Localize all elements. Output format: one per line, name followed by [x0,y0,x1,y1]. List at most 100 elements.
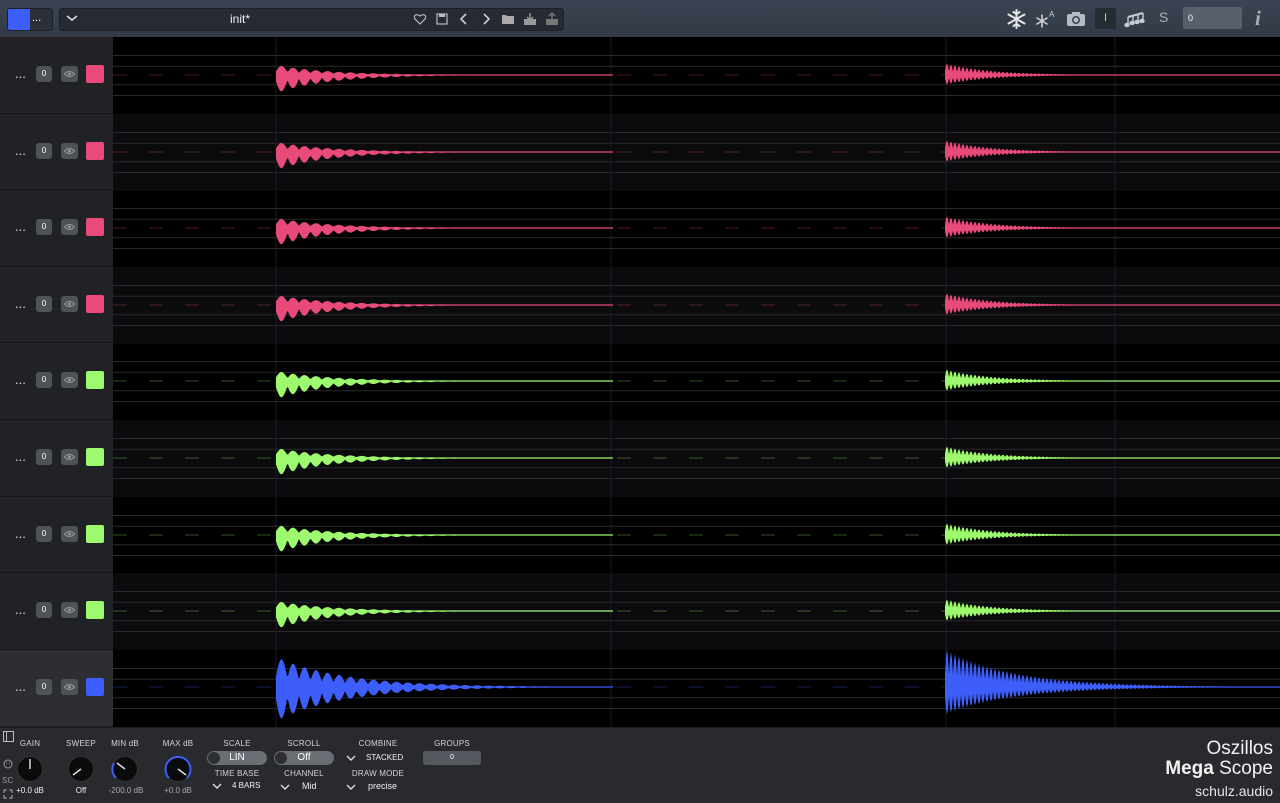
track-row[interactable]: ... 0 [0,114,113,190]
brand-line-3: schulz.audio [1195,783,1273,799]
eye-icon[interactable] [61,526,78,542]
color-menu-label: ... [32,12,42,24]
camera-icon[interactable] [1066,9,1086,29]
channel-label: CHANNEL [284,769,324,778]
sweep-knob[interactable] [67,755,95,783]
max-db-knob[interactable] [164,755,192,783]
track-more-button[interactable]: ... [15,296,26,311]
eye-icon[interactable] [61,296,78,312]
track-offset-field[interactable]: 0 [36,679,52,695]
brand-line-2: Mega Scope [1165,758,1273,780]
scope-lane [113,573,1280,650]
heart-icon[interactable] [413,12,427,26]
track-color-swatch[interactable] [86,601,104,619]
track-more-button[interactable]: ... [15,143,26,158]
scope-display[interactable] [113,37,1280,727]
track-color-swatch[interactable] [86,218,104,236]
eye-icon[interactable] [61,679,78,695]
track-offset-field[interactable]: 0 [36,526,52,542]
scale-label: SCALE [223,739,251,748]
track-color-swatch[interactable] [86,448,104,466]
scroll-toggle[interactable]: Off [274,751,334,765]
chevron-right-icon[interactable] [479,12,493,26]
auto-freeze-icon[interactable]: A [1035,9,1057,29]
track-more-button[interactable]: ... [15,526,26,541]
track-color-swatch[interactable] [86,371,104,389]
import-icon[interactable] [523,12,537,26]
track-more-button[interactable]: ... [15,219,26,234]
track-controls-panel: ... 0... 0... 0... 0... 0... 0... 0... 0... 0 [0,37,113,727]
eye-icon[interactable] [61,143,78,159]
track-color-swatch[interactable] [86,295,104,313]
eye-icon[interactable] [61,602,78,618]
waveform [113,573,1280,650]
scope-lane [113,190,1280,267]
track-color-swatch[interactable] [86,65,104,83]
track-more-button[interactable]: ... [15,449,26,464]
track-offset-field[interactable]: 0 [36,602,52,618]
scope-lane [113,650,1280,727]
track-row[interactable]: ... 0 [0,420,113,496]
sweep-label: SWEEP [66,739,96,748]
track-more-button[interactable]: ... [15,66,26,81]
color-menu-button[interactable]: ... [7,8,53,31]
track-row[interactable]: ... 0 [0,267,113,343]
min-db-knob[interactable] [111,755,139,783]
time-base-label: TIME BASE [214,769,260,778]
track-row[interactable]: ... 0 [0,37,113,113]
scope-lane [113,267,1280,344]
chevron-down-icon [346,755,356,761]
waveform [113,37,1280,114]
info-icon[interactable]: i [1255,6,1261,31]
track-offset-field[interactable]: 0 [36,66,52,82]
export-icon[interactable] [545,12,559,26]
track-row[interactable]: ... 0 [0,573,113,649]
track-more-button[interactable]: ... [15,679,26,694]
eye-icon[interactable] [61,449,78,465]
chevron-down-icon[interactable] [65,11,79,25]
save-icon[interactable] [435,12,449,26]
track-color-swatch[interactable] [86,678,104,696]
track-offset-field[interactable]: 0 [36,372,52,388]
snowflake-icon[interactable] [1006,9,1027,29]
track-more-button[interactable]: ... [15,602,26,617]
eye-icon[interactable] [61,372,78,388]
eye-icon[interactable] [61,66,78,82]
track-color-swatch[interactable] [86,525,104,543]
preset-name[interactable]: init* [230,12,250,26]
i-button[interactable]: I [1095,8,1116,29]
eye-icon[interactable] [61,219,78,235]
gain-knob[interactable] [16,755,44,783]
track-color-swatch[interactable] [86,142,104,160]
track-offset-field[interactable]: 0 [36,143,52,159]
combine-value: STACKED [366,753,404,762]
folder-icon[interactable] [501,12,515,26]
offset-input[interactable] [1183,7,1242,29]
chevron-down-icon [280,784,290,790]
track-row[interactable]: ... 0 [0,343,113,419]
notes-icon[interactable] [1124,9,1146,29]
track-row[interactable]: ... 0 [0,497,113,573]
smiley-icon[interactable] [3,759,13,769]
scale-toggle[interactable]: LIN [207,751,267,765]
track-offset-field[interactable]: 0 [36,449,52,465]
scope-lane [113,114,1280,191]
draw-mode-dropdown[interactable]: precise [346,781,416,795]
solo-label[interactable]: S [1159,9,1168,25]
preset-bar: init* [59,8,564,31]
combine-dropdown[interactable]: STACKED [346,752,416,766]
waveform [113,650,1280,727]
color-swatch [8,9,30,30]
track-offset-field[interactable]: 0 [36,296,52,312]
waveform [113,114,1280,191]
track-row[interactable]: ... 0 [0,190,113,266]
waveform [113,420,1280,497]
track-row[interactable]: ... 0 [0,650,113,726]
track-offset-field[interactable]: 0 [36,219,52,235]
track-more-button[interactable]: ... [15,372,26,387]
channel-dropdown[interactable]: Mid [280,781,340,795]
time-base-dropdown[interactable]: 4 BARS [212,780,272,794]
groups-field[interactable]: 0 [423,751,481,765]
chevron-left-icon[interactable] [457,12,471,26]
chevron-down-icon [212,783,222,789]
